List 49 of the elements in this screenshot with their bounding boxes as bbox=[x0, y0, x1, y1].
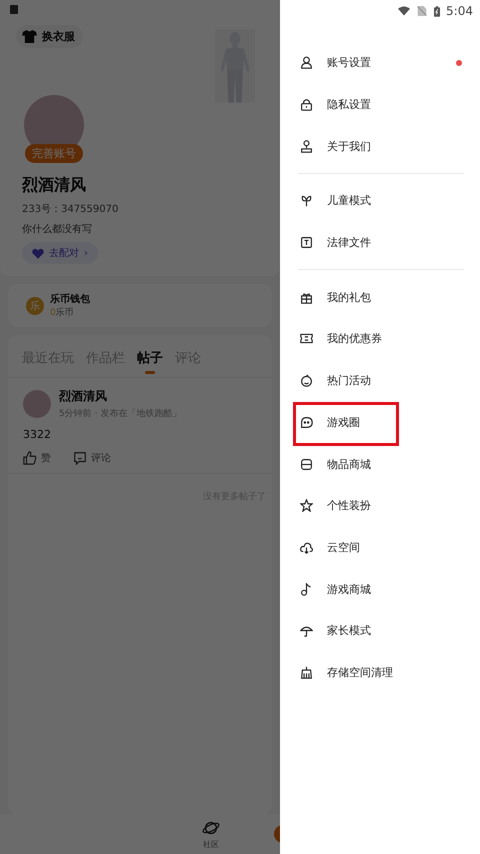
menu-item[interactable]: 我的礼包 bbox=[298, 276, 464, 318]
note-icon bbox=[300, 582, 313, 596]
smile-icon bbox=[300, 374, 313, 388]
profile-tab[interactable]: 帖子 bbox=[137, 345, 163, 377]
post-author: 烈酒清风 bbox=[59, 388, 108, 405]
sprout-icon bbox=[300, 194, 313, 208]
wallet-balance: 0乐币 bbox=[50, 306, 75, 319]
battery-icon bbox=[434, 6, 440, 16]
menu-item[interactable]: 云空间 bbox=[298, 526, 464, 568]
menu-item[interactable]: 存储空间清理 bbox=[298, 652, 464, 694]
menu-item[interactable]: 关于我们 bbox=[298, 125, 464, 168]
avatar bbox=[23, 390, 51, 418]
coin-icon: 乐 bbox=[26, 296, 44, 314]
broom-icon bbox=[300, 666, 313, 679]
chat-icon bbox=[300, 416, 313, 429]
wallet-title: 乐币钱包 bbox=[50, 292, 90, 306]
notification-icon bbox=[10, 5, 18, 14]
menu-item[interactable]: 我的优惠券 bbox=[298, 318, 464, 360]
change-outfit-button[interactable]: 换衣服 bbox=[16, 25, 83, 48]
menu-item[interactable]: 游戏商城 bbox=[298, 568, 464, 610]
user-name: 烈酒清风 bbox=[22, 175, 86, 196]
user-icon bbox=[300, 56, 313, 70]
menu-item[interactable]: 物品商城 bbox=[298, 443, 464, 485]
doc-icon bbox=[300, 236, 313, 250]
comment-icon bbox=[73, 451, 87, 465]
ticket-icon bbox=[300, 332, 313, 346]
no-sim-icon bbox=[416, 6, 428, 16]
shirt-icon bbox=[22, 30, 37, 43]
menu-item[interactable]: 法律文件 bbox=[298, 222, 464, 264]
wifi-icon bbox=[398, 6, 410, 16]
menu-item[interactable]: 热门活动 bbox=[298, 360, 464, 402]
star-icon bbox=[300, 499, 313, 512]
gift-icon bbox=[300, 290, 313, 304]
menu-item[interactable]: 儿童模式 bbox=[298, 180, 464, 222]
umbrella-icon bbox=[300, 624, 313, 638]
heart-icon bbox=[32, 248, 44, 258]
post-content: 3322 bbox=[23, 428, 52, 441]
menu-item[interactable]: 家长模式 bbox=[298, 610, 464, 652]
menu-item[interactable]: 个性装扮 bbox=[298, 484, 464, 527]
menu-item[interactable]: 隐私设置 bbox=[298, 84, 464, 126]
lock-icon bbox=[300, 98, 313, 112]
clock-time: 5:04 bbox=[446, 4, 473, 18]
thumbs-up-icon bbox=[23, 451, 37, 465]
menu-item[interactable]: 游戏圈 bbox=[298, 402, 464, 444]
user-bio: 你什么都没有写 bbox=[22, 222, 92, 236]
user-id: 233号：347559070 bbox=[22, 203, 118, 216]
store-icon bbox=[300, 458, 313, 471]
cloud-icon bbox=[300, 540, 313, 554]
menu-item[interactable]: 账号设置 bbox=[298, 42, 464, 84]
